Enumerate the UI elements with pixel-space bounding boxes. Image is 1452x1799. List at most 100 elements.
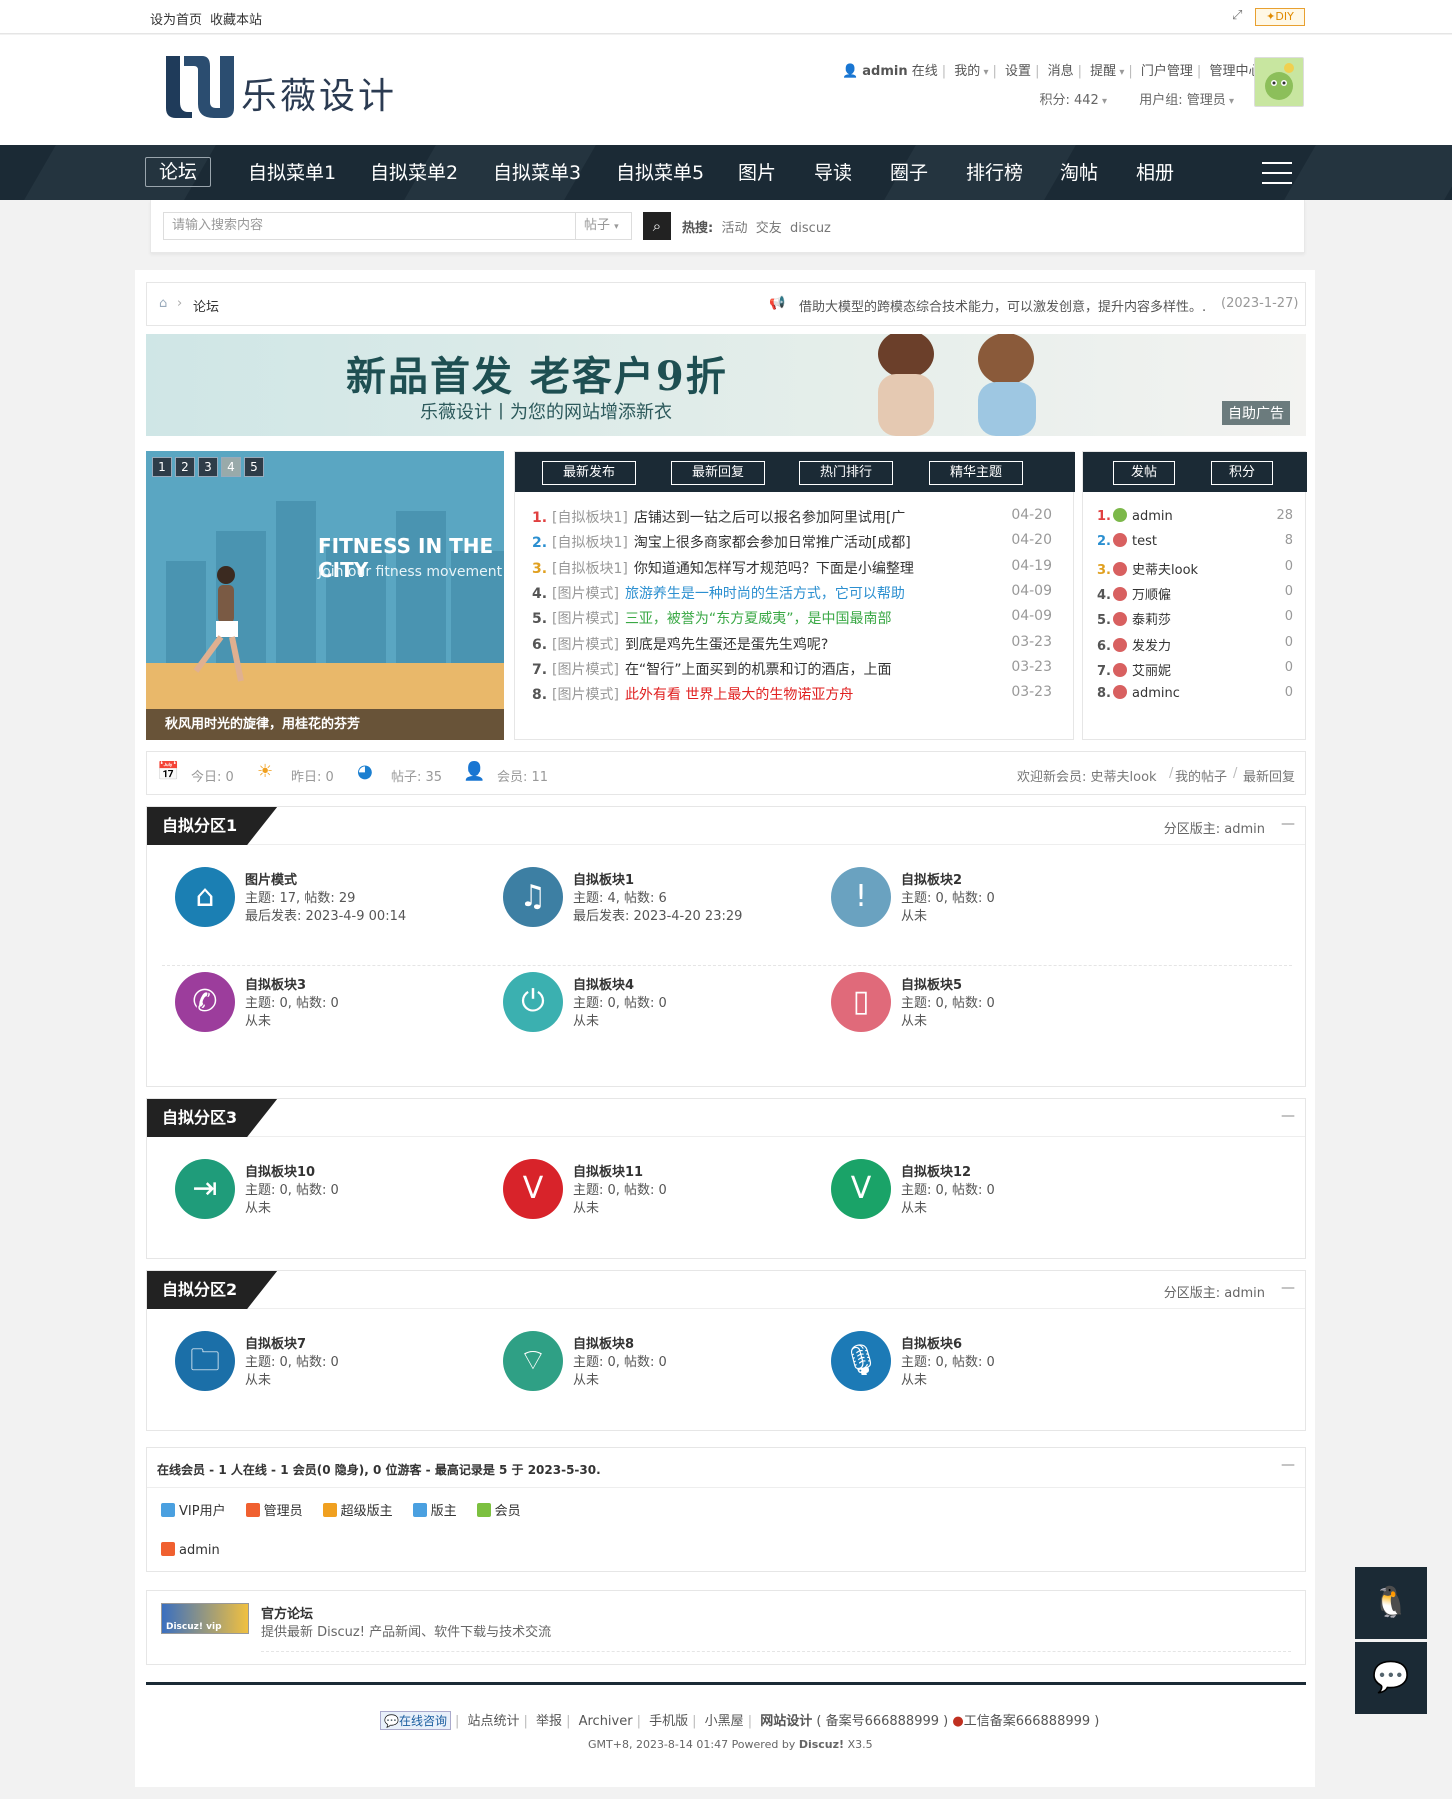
ad-banner[interactable]: 新品首发 老客户9折 乐薇设计丨为您的网站增添新衣 自助广告 <box>146 334 1306 436</box>
post-row[interactable]: 8. [图片模式] 此外有看 世界上最大的生物诺亚方舟 03-23 <box>532 684 1052 704</box>
rank-row[interactable]: 7. 艾丽妮 0 <box>1097 660 1293 680</box>
post-category[interactable]: [图片模式] <box>552 687 619 703</box>
rank-avatar[interactable] <box>1113 508 1127 522</box>
bookmark-link[interactable]: 收藏本站 <box>210 9 262 28</box>
search-button[interactable]: ⌕ <box>643 212 671 240</box>
nav-item-ranking[interactable]: 排行榜 <box>966 159 1023 187</box>
forum-item[interactable]: 🎙 自拟板块6 主题: 0, 帖数: 0 从未 <box>831 1331 1171 1401</box>
forum-item[interactable]: ▯ 自拟板块5 主题: 0, 帖数: 0 从未 <box>831 972 1171 1042</box>
nav-item-menu5[interactable]: 自拟菜单5 <box>616 159 704 187</box>
post-row[interactable]: 2. [自拟板块1] 淘宝上很多商家都会参加日常推广活动[成都] 04-20 <box>532 532 1052 552</box>
tab-hot[interactable]: 热门排行 <box>799 461 893 485</box>
rank-username[interactable]: adminc <box>1132 686 1180 701</box>
nav-item-albums[interactable]: 相册 <box>1136 159 1174 187</box>
rank-avatar[interactable] <box>1113 612 1127 627</box>
post-row[interactable]: 4. [图片模式] 旅游养生是一种时尚的生活方式，它可以帮助 04-09 <box>532 583 1052 603</box>
forum-item[interactable]: ⌂ 图片模式 主题: 17, 帖数: 29 最后发表: 2023-4-9 00:14 <box>175 867 515 937</box>
post-category[interactable]: [自拟板块1] <box>552 535 628 551</box>
tab-digest[interactable]: 精华主题 <box>929 461 1023 485</box>
online-user[interactable]: admin <box>161 1542 220 1558</box>
post-title[interactable]: 旅游养生是一种时尚的生活方式，它可以帮助 <box>625 586 905 602</box>
footer-stats-link[interactable]: 站点统计 <box>468 1714 520 1729</box>
arrow-right-icon[interactable]: ⇥ <box>175 1159 235 1219</box>
usergroup-menu[interactable]: 用户组: 管理员 <box>1139 93 1226 108</box>
post-category[interactable]: [自拟板块1] <box>552 510 628 526</box>
slider-dot-active[interactable]: 4 <box>221 457 241 477</box>
my-menu[interactable]: 我的 <box>954 64 980 79</box>
forum-item[interactable]: ✆ 自拟板块3 主题: 0, 帖数: 0 从未 <box>175 972 515 1042</box>
post-title[interactable]: 三亚，被誉为“东方夏威夷”，是中国最南部 <box>625 611 892 627</box>
post-title[interactable]: 在“智行”上面买到的机票和订的酒店，上面 <box>625 662 892 678</box>
nav-item-menu2[interactable]: 自拟菜单2 <box>370 159 458 187</box>
info-icon[interactable]: ! <box>831 867 891 927</box>
username-link[interactable]: admin <box>862 64 907 79</box>
nav-item-menu3[interactable]: 自拟菜单3 <box>493 159 581 187</box>
mobile-icon[interactable]: ▯ <box>831 972 891 1032</box>
menu-icon[interactable] <box>1262 162 1292 184</box>
post-title[interactable]: 淘宝上很多商家都会参加日常推广活动[成都] <box>634 535 911 551</box>
points-menu[interactable]: 积分: 442 <box>1039 93 1098 108</box>
footer-blackroom-link[interactable]: 小黑屋 <box>705 1714 744 1729</box>
nav-item-guide[interactable]: 导读 <box>814 159 852 187</box>
rank-avatar[interactable] <box>1113 561 1127 576</box>
diy-button[interactable]: ✦DIY <box>1255 8 1305 26</box>
rank-row[interactable]: 6. 发发力 0 <box>1097 635 1293 655</box>
home-icon[interactable]: ⌂ <box>175 867 235 927</box>
rank-row[interactable]: 3. 史蒂夫look 0 <box>1097 559 1293 579</box>
banner-ad-tag[interactable]: 自助广告 <box>1222 401 1290 425</box>
vine-icon[interactable]: V <box>831 1159 891 1219</box>
forum-name[interactable]: 自拟板块3 <box>245 974 306 993</box>
wechat-button[interactable]: 💬 <box>1355 1642 1427 1714</box>
post-title[interactable]: 店铺达到一钻之后可以报名参加阿里试用[广 <box>634 510 905 526</box>
nav-item-groups[interactable]: 圈子 <box>890 159 928 187</box>
post-category[interactable]: [图片模式] <box>552 611 619 627</box>
rank-row[interactable]: 4. 万顺僱 0 <box>1097 584 1293 604</box>
forum-item[interactable]: V 自拟板块12 主题: 0, 帖数: 0 从未 <box>831 1159 1171 1229</box>
section-moderator[interactable]: 分区版主: admin <box>1164 1282 1265 1301</box>
footer-mobile-link[interactable]: 手机版 <box>649 1714 688 1729</box>
post-title[interactable]: 你知道通知怎样写才规范吗？下面是小编整理 <box>634 561 914 577</box>
forum-name[interactable]: 自拟板块7 <box>245 1333 306 1352</box>
power-icon[interactable]: ⏻ <box>503 972 563 1032</box>
online-consult-button[interactable]: 💬在线咨询 <box>380 1711 451 1730</box>
post-category[interactable]: [图片模式] <box>552 586 619 602</box>
forum-name[interactable]: 自拟板块1 <box>573 869 634 888</box>
folder-icon[interactable]: 🗀 <box>175 1331 235 1391</box>
post-row[interactable]: 7. [图片模式] 在“智行”上面买到的机票和订的酒店，上面 03-23 <box>532 659 1052 679</box>
nav-item-forum[interactable]: 论坛 <box>145 157 211 187</box>
slide-caption[interactable]: 秋风用时光的旋律，用桂花的芬芳 <box>146 709 504 740</box>
footer-site-link[interactable]: 网站设计 <box>760 1714 812 1729</box>
rank-avatar[interactable] <box>1113 637 1127 652</box>
section-moderator[interactable]: 分区版主: admin <box>1164 818 1265 837</box>
rank-username[interactable]: 发发力 <box>1132 639 1171 654</box>
welcome-member[interactable]: 欢迎新会员: 史蒂夫look <box>1017 766 1157 785</box>
collapse-icon[interactable]: — <box>1281 1108 1295 1124</box>
slider-dot[interactable]: 1 <box>152 457 172 477</box>
slider-dot[interactable]: 5 <box>244 457 264 477</box>
forum-item[interactable]: ⇥ 自拟板块10 主题: 0, 帖数: 0 从未 <box>175 1159 515 1229</box>
collapse-icon[interactable]: — <box>1281 1280 1295 1296</box>
reminders-menu[interactable]: 提醒 <box>1090 64 1116 79</box>
hot-keyword[interactable]: 活动 <box>721 221 747 236</box>
post-row[interactable]: 5. [图片模式] 三亚，被誉为“东方夏威夷”，是中国最南部 04-09 <box>532 608 1052 628</box>
home-icon[interactable]: ⌂ <box>159 296 167 311</box>
discuz-link[interactable]: Discuz! <box>799 1738 844 1751</box>
forum-item[interactable]: ! 自拟板块2 主题: 0, 帖数: 0 从未 <box>831 867 1171 937</box>
rank-avatar[interactable] <box>1113 533 1127 548</box>
image-slider[interactable]: FITNESS IN THE CITY Join our fitness mov… <box>146 451 504 740</box>
announcement-text[interactable]: 借助大模型的跨模态综合技术能力，可以激发创意，提升内容多样性。... <box>799 296 1207 315</box>
post-row[interactable]: 3. [自拟板块1] 你知道通知怎样写才规范吗？下面是小编整理 04-19 <box>532 558 1052 578</box>
footer-report-link[interactable]: 举报 <box>536 1714 562 1729</box>
post-category[interactable]: [图片模式] <box>552 637 619 653</box>
settings-link[interactable]: 设置 <box>1005 64 1031 79</box>
nav-item-collections[interactable]: 淘帖 <box>1060 159 1098 187</box>
tab-latest[interactable]: 最新发布 <box>542 461 636 485</box>
post-title[interactable]: 此外有看 世界上最大的生物诺亚方舟 <box>625 687 853 703</box>
rank-username[interactable]: test <box>1132 534 1157 549</box>
forum-name[interactable]: 自拟板块5 <box>901 974 962 993</box>
portal-admin-link[interactable]: 门户管理 <box>1141 64 1193 79</box>
rank-username[interactable]: 史蒂夫look <box>1132 563 1198 578</box>
forum-item[interactable]: V 自拟板块11 主题: 0, 帖数: 0 从未 <box>503 1159 843 1229</box>
section-title[interactable]: 自拟分区3 <box>147 1099 277 1137</box>
forum-name[interactable]: 自拟板块10 <box>245 1161 315 1180</box>
